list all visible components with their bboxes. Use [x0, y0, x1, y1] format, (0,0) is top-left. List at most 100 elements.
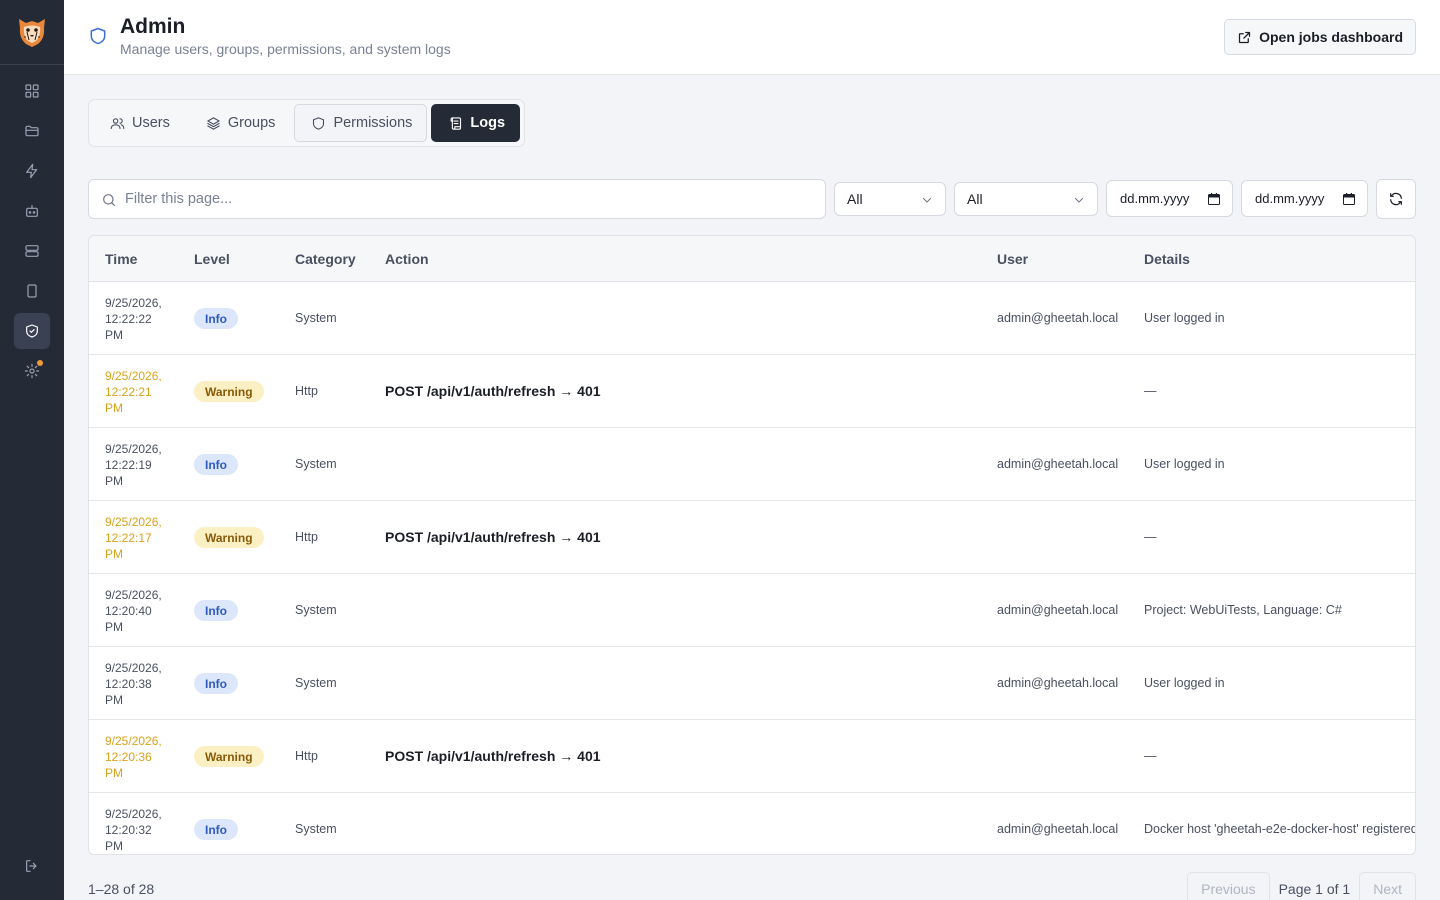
column-header-action[interactable]: Action — [385, 251, 429, 267]
table-row[interactable]: 9/25/2026, 12:20:32 PM Info System admin@ghee… — [89, 793, 1415, 854]
table-row[interactable]: 9/25/2026, 12:20:36 PM Warning Http POST /api… — [89, 720, 1415, 793]
tab-logs-label: Logs — [470, 115, 506, 131]
log-details: Project: WebUiTests, Language: C# — [1144, 603, 1342, 617]
table-header: Time Level Category Action User Details — [89, 236, 1415, 282]
table-row[interactable]: 9/25/2026, 12:22:19 PM Info System admin@ghee… — [89, 428, 1415, 501]
open-jobs-dashboard-button[interactable]: Open jobs dashboard — [1224, 19, 1416, 55]
shield-icon — [88, 26, 108, 46]
logs-table: Time Level Category Action User Details … — [88, 235, 1416, 855]
notification-dot — [37, 360, 43, 366]
sidebar-item-runs[interactable] — [14, 153, 50, 189]
level-badge: Info — [194, 308, 238, 329]
sidebar-item-projects[interactable] — [14, 113, 50, 149]
table-row[interactable]: 9/25/2026, 12:20:40 PM Info System admin@ghee… — [89, 574, 1415, 647]
date-from-input[interactable]: dd.mm.yyyy — [1106, 180, 1233, 217]
date-to-value: dd.mm.yyyy — [1255, 191, 1325, 206]
refresh-button[interactable] — [1376, 179, 1416, 219]
grid-icon — [25, 84, 39, 98]
server-icon — [25, 245, 39, 257]
log-user: admin@gheetah.local — [997, 822, 1119, 836]
log-time: 9/25/2026, 12:20:40 PM — [105, 587, 175, 635]
log-details: User logged in — [1144, 676, 1225, 690]
column-header-user[interactable]: User — [997, 251, 1028, 267]
table-row[interactable]: 9/25/2026, 12:22:17 PM Warning Http POST /api… — [89, 501, 1415, 574]
sidebar-item-dashboard[interactable] — [14, 73, 50, 109]
log-details: — — [1144, 384, 1157, 398]
sidebar-divider — [0, 64, 64, 65]
log-category: System — [295, 603, 337, 617]
search-icon — [103, 194, 115, 206]
level-badge: Warning — [194, 381, 264, 402]
log-date: 9/25/2026, — [105, 515, 162, 529]
users-icon — [110, 117, 125, 129]
tab-permissions-label: Permissions — [333, 115, 413, 131]
column-header-details[interactable]: Details — [1144, 251, 1190, 267]
log-details: User logged in — [1144, 457, 1225, 471]
column-header-time[interactable]: Time — [105, 251, 137, 267]
tab-groups[interactable]: Groups — [189, 104, 291, 142]
level-select[interactable]: All — [834, 182, 946, 216]
log-clock: 12:20:38 — [105, 677, 152, 691]
robot-icon — [26, 205, 38, 217]
log-date: 9/25/2026, — [105, 442, 162, 456]
sidebar-item-devices[interactable] — [14, 273, 50, 309]
log-date: 9/25/2026, — [105, 369, 162, 383]
level-badge: Info — [194, 673, 238, 694]
result-count: 1–28 of 28 — [88, 881, 155, 897]
log-date: 9/25/2026, — [105, 734, 162, 748]
previous-page-button[interactable]: Previous — [1187, 872, 1270, 900]
page-header: Admin Manage users, groups, permissions,… — [64, 0, 1440, 75]
log-details: — — [1144, 749, 1157, 763]
date-to-input[interactable]: dd.mm.yyyy — [1241, 180, 1368, 217]
log-meridiem: PM — [105, 620, 123, 634]
log-category: Http — [295, 384, 318, 398]
log-category: System — [295, 311, 337, 325]
sidebar-item-admin[interactable] — [14, 313, 50, 349]
layers-icon — [207, 116, 220, 130]
column-header-category[interactable]: Category — [295, 251, 356, 267]
log-meridiem: PM — [105, 547, 123, 561]
logout-button[interactable] — [14, 848, 50, 884]
tab-groups-label: Groups — [227, 115, 276, 131]
search-box — [88, 179, 826, 219]
log-details: — — [1144, 530, 1157, 544]
log-action: POST /api/v1/auth/refresh → 401 — [385, 529, 601, 545]
cheetah-logo[interactable] — [14, 14, 50, 50]
table-row[interactable]: 9/25/2026, 12:20:38 PM Info System admin@ghee… — [89, 647, 1415, 720]
shield-icon — [313, 116, 325, 130]
log-clock: 12:20:32 — [105, 823, 152, 837]
tab-permissions[interactable]: Permissions — [294, 104, 428, 142]
tab-users[interactable]: Users — [93, 104, 185, 142]
log-meridiem: PM — [105, 839, 123, 853]
shield-check-icon — [26, 324, 38, 338]
column-header-level[interactable]: Level — [194, 251, 230, 267]
log-category: System — [295, 676, 337, 690]
log-date: 9/25/2026, — [105, 296, 162, 310]
log-date: 9/25/2026, — [105, 807, 162, 821]
log-user: admin@gheetah.local — [997, 603, 1119, 617]
tab-users-label: Users — [132, 115, 170, 131]
log-meridiem: PM — [105, 328, 123, 342]
log-user: admin@gheetah.local — [997, 676, 1119, 690]
sidebar-item-settings[interactable] — [14, 353, 50, 389]
search-input[interactable] — [125, 180, 815, 218]
calendar-icon[interactable] — [1343, 193, 1355, 205]
level-badge: Warning — [194, 746, 264, 767]
table-row[interactable]: 9/25/2026, 12:22:21 PM Warning Http POST /api… — [89, 355, 1415, 428]
log-category: System — [295, 822, 337, 836]
log-date: 9/25/2026, — [105, 661, 162, 675]
log-clock: 12:22:17 — [105, 531, 152, 545]
log-category: System — [295, 457, 337, 471]
sidebar-item-servers[interactable] — [14, 233, 50, 269]
log-meridiem: PM — [105, 766, 123, 780]
log-clock: 12:20:36 — [105, 750, 152, 764]
calendar-icon[interactable] — [1208, 193, 1220, 205]
log-details: User logged in — [1144, 311, 1225, 325]
table-row[interactable]: 9/25/2026, 12:22:22 PM Info System admin@ghee… — [89, 282, 1415, 355]
category-select[interactable]: All — [954, 182, 1098, 216]
next-page-button[interactable]: Next — [1359, 872, 1416, 900]
log-time: 9/25/2026, 12:20:36 PM — [105, 733, 175, 781]
lightning-icon — [26, 163, 38, 179]
tab-logs[interactable]: Logs — [431, 104, 521, 142]
sidebar-item-agents[interactable] — [14, 193, 50, 229]
